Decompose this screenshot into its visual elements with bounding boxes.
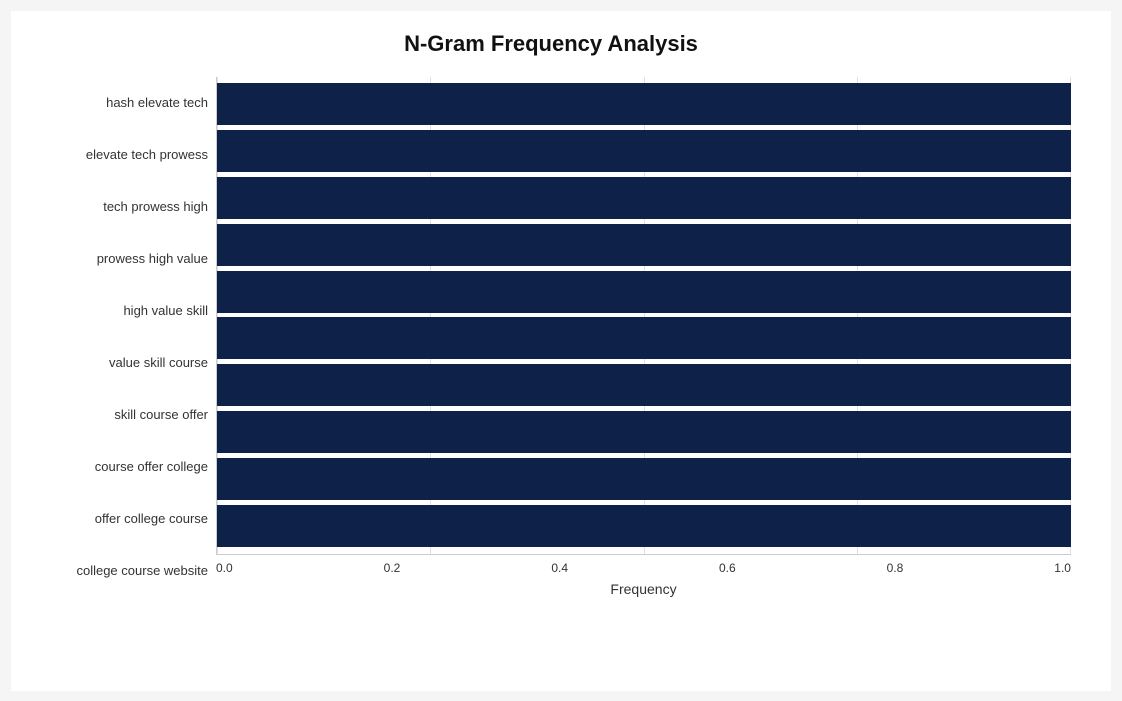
x-tick-2: 0.4 bbox=[551, 561, 568, 575]
x-axis: 0.0 0.2 0.4 0.6 0.8 1.0 bbox=[216, 555, 1071, 575]
x-tick-1: 0.2 bbox=[384, 561, 401, 575]
y-axis: hash elevate tech elevate tech prowess tec… bbox=[31, 77, 216, 597]
bar-4 bbox=[217, 271, 1071, 313]
bar-9 bbox=[217, 505, 1071, 547]
chart-container: N-Gram Frequency Analysis hash elevate t… bbox=[11, 11, 1111, 691]
y-label-9: college course website bbox=[76, 563, 208, 579]
y-label-1: elevate tech prowess bbox=[86, 147, 208, 163]
y-label-7: course offer college bbox=[95, 459, 208, 475]
bar-1 bbox=[217, 130, 1071, 172]
y-label-8: offer college course bbox=[95, 511, 208, 527]
bars-area bbox=[216, 77, 1071, 555]
bar-row-6 bbox=[217, 362, 1071, 408]
y-label-3: prowess high value bbox=[97, 251, 208, 267]
bar-3 bbox=[217, 224, 1071, 266]
x-tick-5: 1.0 bbox=[1054, 561, 1071, 575]
bar-row-5 bbox=[217, 315, 1071, 361]
y-label-4: high value skill bbox=[123, 303, 208, 319]
bars-and-xaxis: 0.0 0.2 0.4 0.6 0.8 1.0 Frequency bbox=[216, 77, 1071, 597]
bar-row-3 bbox=[217, 222, 1071, 268]
y-label-2: tech prowess high bbox=[103, 199, 208, 215]
bar-6 bbox=[217, 364, 1071, 406]
bar-row-8 bbox=[217, 456, 1071, 502]
y-label-6: skill course offer bbox=[114, 407, 208, 423]
bar-0 bbox=[217, 83, 1071, 125]
bar-row-1 bbox=[217, 128, 1071, 174]
x-tick-4: 0.8 bbox=[887, 561, 904, 575]
bar-row-9 bbox=[217, 503, 1071, 549]
x-axis-label: Frequency bbox=[216, 581, 1071, 597]
x-tick-3: 0.6 bbox=[719, 561, 736, 575]
bar-8 bbox=[217, 458, 1071, 500]
y-label-0: hash elevate tech bbox=[106, 95, 208, 111]
bar-7 bbox=[217, 411, 1071, 453]
y-label-5: value skill course bbox=[109, 355, 208, 371]
x-tick-0: 0.0 bbox=[216, 561, 233, 575]
bar-row-2 bbox=[217, 175, 1071, 221]
bar-row-7 bbox=[217, 409, 1071, 455]
bar-row-0 bbox=[217, 81, 1071, 127]
chart-title: N-Gram Frequency Analysis bbox=[31, 31, 1071, 57]
bar-row-4 bbox=[217, 269, 1071, 315]
bar-2 bbox=[217, 177, 1071, 219]
bar-5 bbox=[217, 317, 1071, 359]
chart-area: hash elevate tech elevate tech prowess tec… bbox=[31, 77, 1071, 597]
